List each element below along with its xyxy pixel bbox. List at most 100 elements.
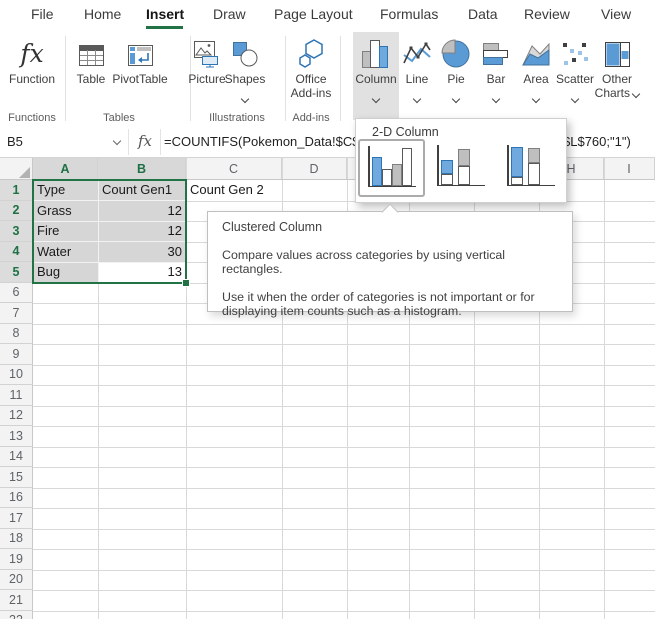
group-separator xyxy=(65,36,66,121)
gridline xyxy=(33,426,655,427)
group-label-tables: Tables xyxy=(103,112,135,124)
100-percent-stacked-column-icon xyxy=(511,177,523,185)
row-header-15[interactable]: 15 xyxy=(0,467,33,488)
row-header-6[interactable]: 6 xyxy=(0,283,33,304)
cell-c1[interactable]: Count Gen 2 xyxy=(190,180,264,200)
pivottable-button[interactable]: PivotTable xyxy=(114,32,166,118)
row-header-17[interactable]: 17 xyxy=(0,508,33,529)
table-button[interactable]: Table xyxy=(68,32,114,118)
tab-insert[interactable]: Insert xyxy=(146,6,184,22)
tab-formulas[interactable]: Formulas xyxy=(380,6,438,22)
row-header-10[interactable]: 10 xyxy=(0,365,33,386)
button-label: Line xyxy=(406,72,429,86)
area-chart-icon xyxy=(521,32,551,68)
row-header-20[interactable]: 20 xyxy=(0,570,33,591)
tab-view[interactable]: View xyxy=(601,6,631,22)
row-header-9[interactable]: 9 xyxy=(0,344,33,365)
clustered-column-tooltip: Clustered Column Compare values across c… xyxy=(207,211,573,312)
line-chart-button[interactable]: Line xyxy=(401,32,433,118)
office-addins-button[interactable]: Office Add-ins xyxy=(284,32,338,118)
tab-file[interactable]: File xyxy=(31,6,54,22)
formula-bar-divider xyxy=(160,129,161,155)
gridline xyxy=(33,508,655,509)
chevron-down-icon xyxy=(493,89,499,107)
function-button[interactable]: fx Function xyxy=(2,32,62,118)
pivottable-icon xyxy=(127,32,154,68)
column-header-b[interactable]: B xyxy=(98,158,186,180)
select-all-icon xyxy=(19,167,30,178)
row-header-11[interactable]: 11 xyxy=(0,385,33,406)
row-header-16[interactable]: 16 xyxy=(0,488,33,509)
tab-review[interactable]: Review xyxy=(524,6,570,22)
select-all-button[interactable] xyxy=(0,158,33,180)
group-separator xyxy=(340,36,341,121)
area-chart-button[interactable]: Area xyxy=(519,32,553,118)
row-header-21[interactable]: 21 xyxy=(0,590,33,611)
stacked-100-column-option[interactable] xyxy=(503,142,557,192)
table-icon xyxy=(78,32,105,68)
picture-button[interactable]: Picture xyxy=(186,32,228,118)
button-label: Column xyxy=(355,72,396,86)
row-header-14[interactable]: 14 xyxy=(0,447,33,468)
tab-draw[interactable]: Draw xyxy=(213,6,246,22)
chevron-down-icon xyxy=(572,89,578,107)
clustered-column-option[interactable] xyxy=(358,139,425,197)
chevron-down-icon xyxy=(373,89,379,107)
row-header-3[interactable]: 3 xyxy=(0,221,33,242)
row-header-19[interactable]: 19 xyxy=(0,549,33,570)
chevron-down-icon xyxy=(453,89,459,107)
row-header-13[interactable]: 13 xyxy=(0,426,33,447)
gridline xyxy=(33,447,655,448)
pie-chart-button[interactable]: Pie xyxy=(439,32,473,118)
column-header-i[interactable]: I xyxy=(604,158,655,180)
tooltip-title: Clustered Column xyxy=(222,220,558,235)
row-header-18[interactable]: 18 xyxy=(0,529,33,550)
scatter-chart-button[interactable]: Scatter xyxy=(555,32,595,118)
gridline xyxy=(33,467,655,468)
name-box[interactable]: B5 xyxy=(7,134,23,149)
column-chart-button[interactable]: Column xyxy=(353,32,399,120)
row-header-8[interactable]: 8 xyxy=(0,324,33,345)
row-header-12[interactable]: 12 xyxy=(0,406,33,427)
row-header-2[interactable]: 2 xyxy=(0,201,33,222)
chevron-down-icon xyxy=(533,89,539,107)
tooltip-body-1: Compare values across categories by usin… xyxy=(222,248,558,277)
button-label: Function xyxy=(9,72,55,86)
shapes-button[interactable]: Shapes xyxy=(226,32,264,118)
bar-chart-button[interactable]: Bar xyxy=(479,32,513,118)
chevron-down-icon xyxy=(242,89,248,107)
insert-function-button[interactable]: fx xyxy=(138,132,152,150)
gridline xyxy=(33,324,655,325)
row-header-5[interactable]: 5 xyxy=(0,262,33,283)
chevron-down-icon xyxy=(414,89,420,107)
column-header-c[interactable]: C xyxy=(186,158,282,180)
row-header-7[interactable]: 7 xyxy=(0,303,33,324)
button-label: Bar xyxy=(487,72,506,86)
gridline xyxy=(33,365,655,366)
fill-handle[interactable] xyxy=(182,279,190,287)
chevron-down-icon xyxy=(632,90,640,98)
office-addins-icon xyxy=(296,32,326,68)
column-header-d[interactable]: D xyxy=(282,158,347,180)
column-header-a[interactable]: A xyxy=(33,158,98,180)
row-header-1[interactable]: 1 xyxy=(0,180,33,201)
row-header-4[interactable]: 4 xyxy=(0,242,33,263)
column-chart-dropdown: 2-D Column xyxy=(355,118,567,203)
formula-input-left[interactable]: =COUNTIFS(Pokemon_Data!$C$ xyxy=(164,134,359,149)
stacked-column-option[interactable] xyxy=(433,142,487,192)
gridline xyxy=(33,344,655,345)
button-label: Area xyxy=(523,72,548,86)
gridline xyxy=(33,611,655,612)
button-label: Picture xyxy=(188,72,225,86)
shapes-icon xyxy=(231,32,259,68)
button-label: Pie xyxy=(447,72,464,86)
row-header-22[interactable]: 22 xyxy=(0,611,33,619)
dropdown-section-title: 2-D Column xyxy=(372,125,439,139)
formula-input-right[interactable]: $L$760;"1") xyxy=(563,134,631,149)
other-charts-button[interactable]: Other Charts xyxy=(595,32,639,118)
name-box-chevron-icon[interactable] xyxy=(113,137,121,145)
ribbon-tab-bar: File Home Insert Draw Page Layout Formul… xyxy=(0,0,655,30)
tab-page-layout[interactable]: Page Layout xyxy=(274,6,353,22)
tab-home[interactable]: Home xyxy=(84,6,121,22)
tab-data[interactable]: Data xyxy=(468,6,498,22)
